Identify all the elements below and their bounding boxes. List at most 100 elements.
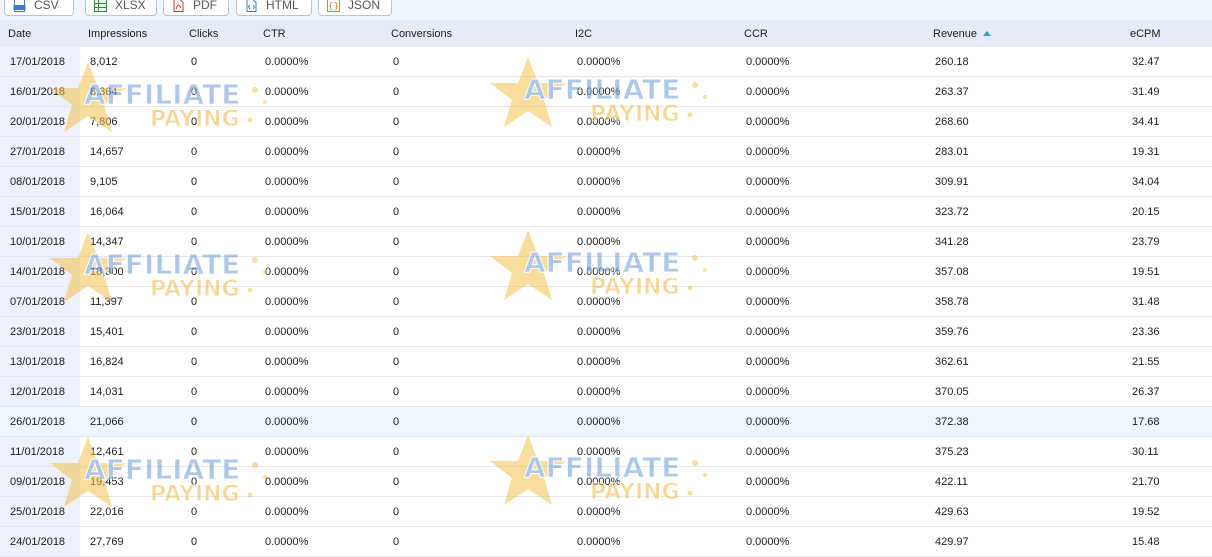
- export-html-button[interactable]: HTML: [236, 0, 312, 16]
- table-cell: 309.91: [925, 166, 1122, 197]
- table-cell: 0.0000%: [567, 286, 736, 317]
- table-row[interactable]: 24/01/2018 27,769 0 0.0000% 0 0.0000% 0.0000% 4…: [0, 526, 1212, 557]
- table-cell: 0: [181, 526, 255, 557]
- table-cell: 21.70: [1122, 466, 1212, 497]
- table-cell: 0: [383, 256, 567, 287]
- table-cell: 0: [181, 106, 255, 137]
- table-cell: 0.0000%: [255, 286, 383, 317]
- table-cell: 0: [383, 466, 567, 497]
- table-cell: 0.0000%: [567, 166, 736, 197]
- table-cell: 0.0000%: [736, 47, 925, 77]
- table-cell: 23.36: [1122, 316, 1212, 347]
- column-header-revenue[interactable]: Revenue: [925, 20, 1122, 47]
- column-header-conversions[interactable]: Conversions: [383, 20, 567, 47]
- table-header-row: Date Impressions Clicks CTR Conversions …: [0, 20, 1212, 47]
- table-cell: 07/01/2018: [0, 286, 80, 317]
- table-cell: 8,364: [80, 76, 181, 107]
- table-cell: 34.41: [1122, 106, 1212, 137]
- table-cell: 09/01/2018: [0, 466, 80, 497]
- export-button-label: CSV: [34, 0, 59, 12]
- table-cell: 0.0000%: [567, 256, 736, 287]
- table-cell: 16/01/2018: [0, 76, 80, 107]
- table-cell: 24/01/2018: [0, 526, 80, 557]
- table-row[interactable]: 09/01/2018 19,453 0 0.0000% 0 0.0000% 0.0000% 4…: [0, 466, 1212, 497]
- table-row[interactable]: 20/01/2018 7,806 0 0.0000% 0 0.0000% 0.0000% 26…: [0, 106, 1212, 137]
- csv-file-icon: [13, 0, 26, 12]
- table-cell: 13/01/2018: [0, 346, 80, 377]
- export-csv-button[interactable]: CSV: [4, 0, 74, 16]
- table-row[interactable]: 08/01/2018 9,105 0 0.0000% 0 0.0000% 0.0000% 30…: [0, 166, 1212, 197]
- table-row[interactable]: 26/01/2018 21,066 0 0.0000% 0 0.0000% 0.0000% 3…: [0, 406, 1212, 437]
- table-cell: 0.0000%: [736, 376, 925, 407]
- table-cell: 19.31: [1122, 136, 1212, 167]
- table-cell: 26/01/2018: [0, 406, 80, 437]
- table-cell: 0: [181, 196, 255, 227]
- table-cell: 0: [181, 496, 255, 527]
- table-cell: 0: [383, 406, 567, 437]
- table-cell: 0.0000%: [736, 256, 925, 287]
- table-cell: 0: [383, 106, 567, 137]
- table-cell: 0: [181, 166, 255, 197]
- table-row[interactable]: 07/01/2018 11,397 0 0.0000% 0 0.0000% 0.0000% 3…: [0, 286, 1212, 317]
- table-cell: 21.55: [1122, 346, 1212, 377]
- table-row[interactable]: 11/01/2018 12,461 0 0.0000% 0 0.0000% 0.0000% 3…: [0, 436, 1212, 467]
- table-row[interactable]: 16/01/2018 8,364 0 0.0000% 0 0.0000% 0.0000% 26…: [0, 76, 1212, 107]
- table-row[interactable]: 15/01/2018 16,064 0 0.0000% 0 0.0000% 0.0000% 3…: [0, 196, 1212, 227]
- export-button-label: XLSX: [115, 0, 146, 12]
- export-button-label: PDF: [193, 0, 217, 12]
- table-cell: 0.0000%: [255, 106, 383, 137]
- table-cell: 357.08: [925, 256, 1122, 287]
- export-xlsx-button[interactable]: XLSX: [85, 0, 157, 16]
- table-cell: 18,300: [80, 256, 181, 287]
- table-cell: 0: [181, 226, 255, 257]
- table-cell: 0.0000%: [567, 196, 736, 227]
- table-row[interactable]: 12/01/2018 14,031 0 0.0000% 0 0.0000% 0.0000% 3…: [0, 376, 1212, 407]
- table-row[interactable]: 23/01/2018 15,401 0 0.0000% 0 0.0000% 0.0000% 3…: [0, 316, 1212, 347]
- table-cell: 0.0000%: [736, 166, 925, 197]
- table-cell: 0: [383, 286, 567, 317]
- table-row[interactable]: 14/01/2018 18,300 0 0.0000% 0 0.0000% 0.0000% 3…: [0, 256, 1212, 287]
- table-cell: 0: [383, 496, 567, 527]
- column-header-ccr[interactable]: CCR: [736, 20, 925, 47]
- table-cell: 25/01/2018: [0, 496, 80, 527]
- table-row[interactable]: 17/01/2018 8,012 0 0.0000% 0 0.0000% 0.0000% 26…: [0, 47, 1212, 77]
- column-header-impressions[interactable]: Impressions: [80, 20, 181, 47]
- export-json-button[interactable]: {} JSON: [318, 0, 392, 16]
- column-header-ecpm[interactable]: eCPM: [1122, 20, 1212, 47]
- table-cell: 0.0000%: [736, 196, 925, 227]
- export-button-label: HTML: [266, 0, 299, 12]
- table-cell: 20.15: [1122, 196, 1212, 227]
- table-cell: 0.0000%: [255, 47, 383, 77]
- table-cell: 0: [383, 166, 567, 197]
- table-cell: 370.05: [925, 376, 1122, 407]
- json-braces-icon: {}: [327, 0, 340, 12]
- table-row[interactable]: 13/01/2018 16,824 0 0.0000% 0 0.0000% 0.0000% 3…: [0, 346, 1212, 377]
- table-cell: 0: [383, 526, 567, 557]
- table-cell: 372.38: [925, 406, 1122, 437]
- table-cell: 0: [181, 136, 255, 167]
- table-cell: 14,657: [80, 136, 181, 167]
- table-cell: 0.0000%: [255, 526, 383, 557]
- table-cell: 0.0000%: [255, 136, 383, 167]
- table-cell: 22,016: [80, 496, 181, 527]
- table-row[interactable]: 27/01/2018 14,657 0 0.0000% 0 0.0000% 0.0000% 2…: [0, 136, 1212, 167]
- table-cell: 19.51: [1122, 256, 1212, 287]
- table-cell: 23.79: [1122, 226, 1212, 257]
- column-header-i2c[interactable]: I2C: [567, 20, 736, 47]
- column-header-clicks[interactable]: Clicks: [181, 20, 255, 47]
- table-body: 17/01/2018 8,012 0 0.0000% 0 0.0000% 0.0000% 26…: [0, 47, 1212, 557]
- table-cell: 0.0000%: [567, 376, 736, 407]
- export-pdf-button[interactable]: PDF: [163, 0, 229, 16]
- table-cell: 359.76: [925, 316, 1122, 347]
- table-row[interactable]: 10/01/2018 14,347 0 0.0000% 0 0.0000% 0.0000% 3…: [0, 226, 1212, 257]
- svg-text:{}: {}: [328, 2, 339, 12]
- table-cell: 362.61: [925, 346, 1122, 377]
- column-header-date[interactable]: Date: [0, 20, 80, 47]
- table-cell: 17.68: [1122, 406, 1212, 437]
- column-header-ctr[interactable]: CTR: [255, 20, 383, 47]
- table-cell: 0.0000%: [567, 47, 736, 77]
- table-cell: 0.0000%: [567, 226, 736, 257]
- table-cell: 0.0000%: [567, 466, 736, 497]
- table-row[interactable]: 25/01/2018 22,016 0 0.0000% 0 0.0000% 0.0000% 4…: [0, 496, 1212, 527]
- table-cell: 0: [383, 136, 567, 167]
